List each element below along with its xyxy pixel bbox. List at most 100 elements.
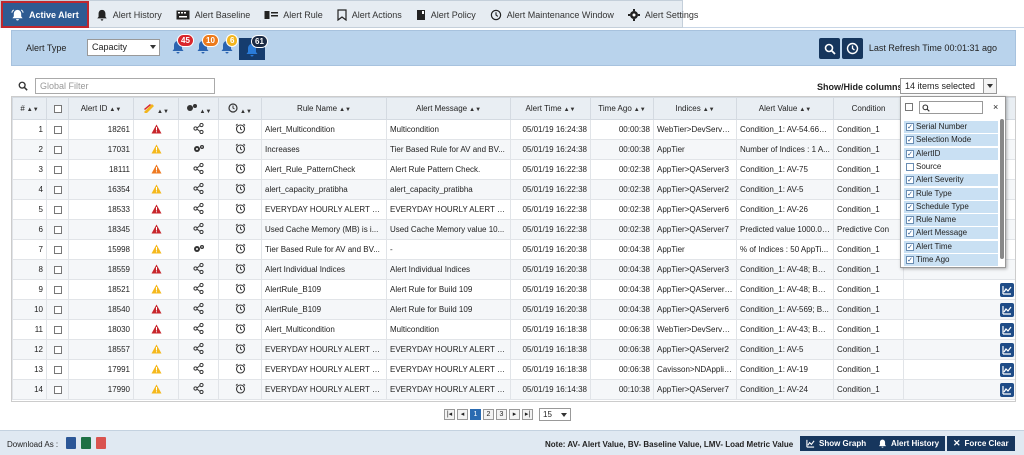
row-checkbox[interactable] bbox=[53, 245, 62, 254]
table-row[interactable]: 13 17991 EVERYDAY HOURLY ALERT SC... EVERYD… bbox=[12, 359, 1015, 380]
row-graph-button[interactable] bbox=[1000, 382, 1014, 397]
row-checkbox[interactable] bbox=[53, 365, 62, 374]
column-checkbox[interactable]: ✓ bbox=[906, 176, 914, 185]
next-page-button[interactable]: ▸ bbox=[509, 408, 520, 420]
column-checkbox[interactable]: ✓ bbox=[906, 229, 914, 238]
row-graph-button[interactable] bbox=[1000, 342, 1014, 357]
last-page-button[interactable]: ▸| bbox=[522, 408, 533, 420]
table-row[interactable]: 12 18557 EVERYDAY HOURLY ALERT SC... EVERYD… bbox=[12, 339, 1015, 360]
alert-history-button[interactable]: Alert History bbox=[872, 436, 946, 451]
global-filter-input[interactable]: Global Filter bbox=[35, 78, 215, 94]
row-checkbox[interactable] bbox=[53, 205, 62, 214]
row-checkbox[interactable] bbox=[53, 165, 62, 174]
column-checkbox[interactable]: ✓ bbox=[906, 189, 914, 198]
column-checkbox[interactable]: ✓ bbox=[906, 123, 914, 131]
row-checkbox[interactable] bbox=[53, 125, 62, 134]
history-refresh-button[interactable] bbox=[842, 38, 863, 59]
col-header-select-all[interactable] bbox=[46, 97, 69, 120]
col-header-time-ago[interactable]: Time Ago ▲▼ bbox=[590, 97, 654, 120]
table-row[interactable]: 11 18030 Alert_Multicondition Multiconditio… bbox=[12, 319, 1015, 340]
row-graph-button[interactable] bbox=[1000, 302, 1014, 317]
col-header-alert-id[interactable]: Alert ID ▲▼ bbox=[68, 97, 134, 120]
column-toggle-alert-time[interactable]: ✓ Alert Time bbox=[904, 240, 998, 253]
row-graph-button[interactable] bbox=[1000, 282, 1014, 297]
all-alerts-button[interactable]: 61 bbox=[239, 35, 268, 60]
col-header-alert-time[interactable]: Alert Time ▲▼ bbox=[510, 97, 591, 120]
row-checkbox[interactable] bbox=[53, 185, 62, 194]
tab-active-alert[interactable]: Active Alert bbox=[1, 1, 89, 28]
force-clear-button[interactable]: ✕ Force Clear bbox=[947, 436, 1015, 451]
table-row[interactable]: 8 18559 Alert Individual Indices Alert Indi… bbox=[12, 259, 1015, 280]
row-checkbox[interactable] bbox=[53, 285, 62, 294]
tab-alert-settings[interactable]: Alert Settings bbox=[621, 1, 706, 28]
pdf-icon[interactable] bbox=[96, 437, 106, 449]
row-checkbox[interactable] bbox=[53, 345, 62, 354]
tab-alert-actions[interactable]: Alert Actions bbox=[330, 1, 409, 28]
row-graph-button[interactable] bbox=[1000, 362, 1014, 377]
row-checkbox[interactable] bbox=[53, 385, 62, 394]
column-toggle-time-ago[interactable]: ✓ Time Ago bbox=[904, 254, 998, 266]
row-checkbox[interactable] bbox=[53, 265, 62, 274]
word-icon[interactable] bbox=[66, 437, 76, 449]
column-toggle-alertid[interactable]: ✓ AlertID bbox=[904, 147, 998, 160]
table-row[interactable]: 1 18261 Alert_Multicondition Multicondition… bbox=[12, 119, 1015, 140]
alert-type-select[interactable]: Capacity bbox=[87, 39, 160, 56]
page-size-select[interactable]: 15 bbox=[539, 407, 571, 421]
page-1-button[interactable]: 1 bbox=[470, 408, 481, 420]
row-checkbox[interactable] bbox=[53, 225, 62, 234]
page-3-button[interactable]: 3 bbox=[496, 408, 507, 420]
row-checkbox[interactable] bbox=[53, 145, 62, 154]
col-header-severity[interactable]: ▲▼ bbox=[133, 97, 179, 120]
row-checkbox[interactable] bbox=[53, 325, 62, 334]
col-header-schedule[interactable]: ▲▼ bbox=[218, 97, 262, 120]
column-checkbox[interactable] bbox=[906, 162, 914, 171]
col-header-alert-message[interactable]: Alert Message ▲▼ bbox=[386, 97, 511, 120]
table-row[interactable]: 10 18540 AlertRule_B109 Alert Rule for Buil… bbox=[12, 299, 1015, 320]
minor-bell-icon[interactable]: 6 bbox=[220, 34, 239, 54]
column-toggle-selection-mode[interactable]: ✓ Selection Mode bbox=[904, 134, 998, 147]
row-checkbox[interactable] bbox=[53, 305, 62, 314]
table-row[interactable]: 7 15998 Tier Based Rule for AV and BV... -0… bbox=[12, 239, 1015, 260]
col-header-serial[interactable]: # ▲▼ bbox=[12, 97, 47, 120]
col-header-indices[interactable]: Indices ▲▼ bbox=[653, 97, 737, 120]
page-2-button[interactable]: 2 bbox=[483, 408, 494, 420]
column-search-input[interactable] bbox=[919, 101, 983, 114]
table-row[interactable]: 3 18111 Alert_Rule_PatternCheck Alert Rule … bbox=[12, 159, 1015, 180]
table-row[interactable]: 4 16354 alert_capacity_pratibha alert_capac… bbox=[12, 179, 1015, 200]
column-toggle-rule-name[interactable]: ✓ Rule Name bbox=[904, 214, 998, 227]
show-graph-button[interactable]: Show Graph bbox=[800, 436, 873, 451]
column-toggle-rule-type[interactable]: ✓ Rule Type bbox=[904, 187, 998, 200]
col-header-alert-value[interactable]: Alert Value ▲▼ bbox=[736, 97, 834, 120]
column-checkbox[interactable]: ✓ bbox=[906, 149, 914, 158]
col-header-rule-type[interactable]: ▲▼ bbox=[178, 97, 219, 120]
major-bell-icon[interactable]: 10 bbox=[196, 34, 219, 54]
table-row[interactable]: 6 18345 Used Cache Memory (MB) is i... Used… bbox=[12, 219, 1015, 240]
column-checkbox[interactable]: ✓ bbox=[906, 242, 914, 251]
tab-alert-rule[interactable]: Alert Rule bbox=[257, 1, 330, 28]
search-button[interactable] bbox=[819, 38, 840, 59]
col-header-rule-name[interactable]: Rule Name ▲▼ bbox=[261, 97, 387, 120]
show-hide-columns-select[interactable]: 14 items selected bbox=[900, 78, 997, 94]
table-row[interactable]: 5 18533 EVERYDAY HOURLY ALERT SC... EVERYDA… bbox=[12, 199, 1015, 220]
column-toggle-alert-message[interactable]: ✓ Alert Message bbox=[904, 227, 998, 240]
first-page-button[interactable]: |◂ bbox=[444, 408, 455, 420]
column-checkbox[interactable]: ✓ bbox=[906, 136, 914, 145]
tab-alert-baseline[interactable]: Alert Baseline bbox=[169, 1, 258, 28]
column-panel-scrollbar[interactable] bbox=[1000, 119, 1004, 259]
tab-alert-history[interactable]: Alert History bbox=[89, 1, 169, 28]
column-checkbox[interactable]: ✓ bbox=[906, 256, 914, 264]
prev-page-button[interactable]: ◂ bbox=[457, 408, 468, 420]
column-toggle-source[interactable]: Source bbox=[904, 161, 998, 173]
tab-alert-maintenance-window[interactable]: Alert Maintenance Window bbox=[483, 1, 621, 28]
excel-icon[interactable] bbox=[81, 437, 91, 449]
column-toggle-serial-number[interactable]: ✓ Serial Number bbox=[904, 121, 998, 133]
column-toggle-schedule-type[interactable]: ✓ Schedule Type bbox=[904, 200, 998, 213]
column-checkbox[interactable]: ✓ bbox=[906, 216, 914, 225]
col-header-condition[interactable]: Condition bbox=[833, 97, 904, 120]
close-icon[interactable]: × bbox=[993, 102, 998, 112]
table-row[interactable]: 14 17990 EVERYDAY HOURLY ALERT SC... EVERYD… bbox=[12, 379, 1015, 400]
table-row[interactable]: 9 18521 AlertRule_B109 Alert Rule for Build… bbox=[12, 279, 1015, 300]
tab-alert-policy[interactable]: Alert Policy bbox=[409, 1, 483, 28]
column-checkbox[interactable]: ✓ bbox=[906, 202, 914, 211]
table-row[interactable]: 2 17031 Increases Tier Based Rule for AV an… bbox=[12, 139, 1015, 160]
